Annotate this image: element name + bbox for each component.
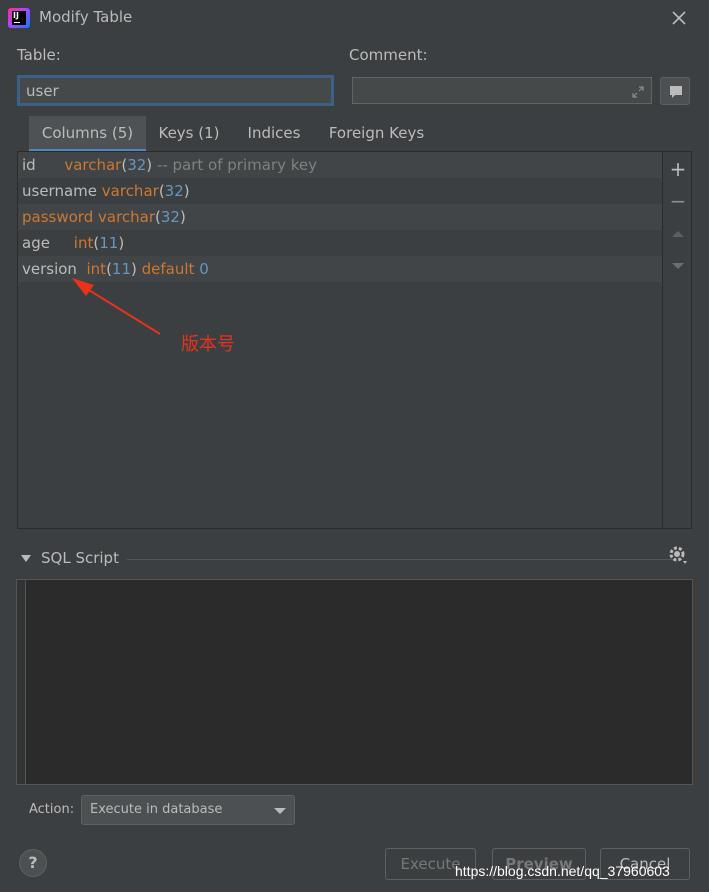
column-size: 11 — [99, 234, 119, 252]
column-default-keyword: default — [141, 260, 195, 278]
chevron-down-icon — [274, 808, 286, 814]
column-name: id — [22, 156, 36, 174]
watermark-text: https://blog.csdn.net/qq_37960603 — [455, 863, 670, 879]
column-default-value: 0 — [199, 260, 209, 278]
comment-input[interactable] — [352, 77, 652, 104]
column-name: username — [22, 182, 97, 200]
column-size: 11 — [111, 260, 132, 278]
column-row-age[interactable]: age int(11) — [18, 230, 662, 256]
title-bar: IJ Modify Table — [0, 0, 709, 36]
action-label: Action: — [29, 802, 75, 817]
comment-label: Comment: — [349, 46, 428, 64]
action-select-value: Execute in database — [90, 802, 223, 817]
column-name: password — [22, 208, 94, 226]
column-row-username[interactable]: username varchar(32) — [18, 178, 662, 204]
column-comment: -- part of primary key — [156, 156, 318, 174]
sql-script-editor[interactable] — [16, 579, 693, 785]
column-size: 32 — [127, 156, 147, 174]
column-type: varchar — [101, 182, 159, 200]
collapse-triangle-icon[interactable] — [21, 555, 31, 562]
column-row-id[interactable]: id varchar(32) -- part of primary key — [18, 152, 662, 178]
tab-keys[interactable]: Keys (1) — [155, 116, 223, 152]
column-type: int — [86, 260, 107, 278]
table-name-input[interactable] — [18, 76, 333, 105]
columns-list: id varchar(32) -- part of primary key us… — [18, 152, 662, 528]
close-icon[interactable] — [670, 9, 688, 27]
column-name: age — [22, 234, 50, 252]
sql-script-title: SQL Script — [41, 549, 119, 567]
divider — [127, 559, 673, 560]
help-button[interactable]: ? — [19, 849, 47, 877]
window-title: Modify Table — [39, 8, 133, 26]
remove-column-icon[interactable]: − — [663, 186, 693, 216]
intellij-logo-icon: IJ — [8, 8, 30, 28]
sql-script-header[interactable]: SQL Script — [17, 544, 693, 571]
columns-toolbar: + − — [662, 152, 692, 528]
column-row-password[interactable]: password varchar(32) — [18, 204, 662, 230]
column-type: varchar — [64, 156, 122, 174]
tab-columns[interactable]: Columns (5) — [29, 116, 146, 152]
speech-bubble-icon — [670, 86, 682, 98]
action-select[interactable]: Execute in database — [81, 795, 295, 825]
move-down-icon[interactable] — [663, 250, 693, 280]
move-up-icon[interactable] — [663, 218, 693, 248]
column-type: int — [73, 234, 94, 252]
comment-editor-button[interactable] — [660, 77, 690, 105]
gear-icon[interactable] — [667, 544, 689, 566]
column-size: 32 — [164, 182, 184, 200]
editor-gutter — [17, 580, 26, 784]
table-label: Table: — [17, 46, 61, 64]
column-name: version — [22, 260, 77, 278]
add-column-icon[interactable]: + — [663, 154, 693, 184]
tab-indices[interactable]: Indices — [241, 116, 307, 152]
columns-panel: id varchar(32) -- part of primary key us… — [17, 151, 692, 529]
column-type: varchar — [98, 208, 156, 226]
expand-icon[interactable] — [632, 86, 644, 98]
column-row-version[interactable]: version int(11) default 0 — [18, 256, 662, 282]
column-size: 32 — [160, 208, 180, 226]
annotation-text: 版本号 — [181, 334, 235, 355]
tab-foreign-keys[interactable]: Foreign Keys — [324, 116, 429, 152]
